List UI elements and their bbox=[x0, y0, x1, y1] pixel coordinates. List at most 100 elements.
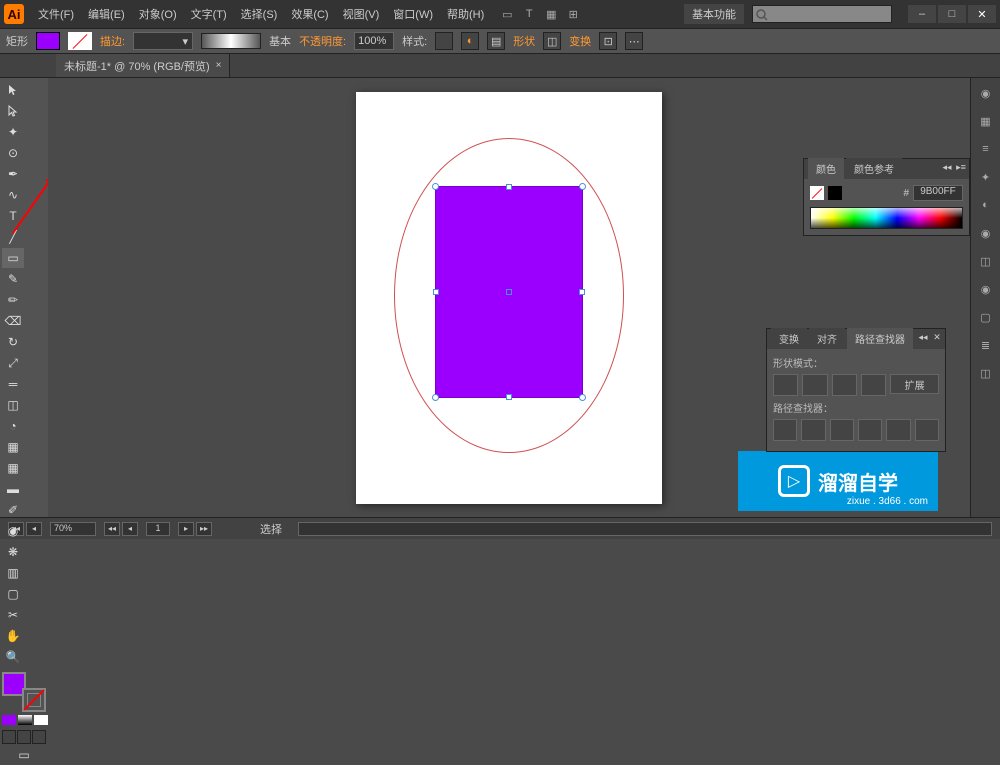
color-guide-tab[interactable]: 颜色参考 bbox=[846, 158, 902, 179]
search-input[interactable] bbox=[752, 5, 892, 23]
recolor-icon[interactable]: ◐ bbox=[461, 32, 479, 50]
align-tab[interactable]: 对齐 bbox=[809, 328, 845, 349]
draw-behind[interactable] bbox=[17, 730, 31, 744]
screen-mode[interactable]: ▭ bbox=[2, 745, 46, 765]
scale-tool[interactable]: ⤢ bbox=[2, 353, 24, 373]
rectangle-tool[interactable]: ▭ bbox=[2, 248, 24, 268]
swatches-icon[interactable]: ▦ bbox=[975, 110, 997, 132]
zoom-tool[interactable]: 🔍 bbox=[2, 647, 24, 667]
artboards-icon[interactable]: ◫ bbox=[975, 362, 997, 384]
tab-close-icon[interactable]: × bbox=[216, 60, 222, 71]
divide-button[interactable] bbox=[773, 419, 797, 441]
hex-input[interactable]: 9B00FF bbox=[913, 185, 963, 201]
fill-color-swatch[interactable] bbox=[36, 32, 60, 50]
menu-select[interactable]: 选择(S) bbox=[235, 2, 284, 26]
layers-icon[interactable]: ≣ bbox=[975, 334, 997, 356]
text-mode-icon[interactable]: T bbox=[520, 5, 538, 23]
menu-type[interactable]: 文字(T) bbox=[185, 2, 233, 26]
handle-bm[interactable] bbox=[506, 394, 512, 400]
slice-tool[interactable]: ✂ bbox=[2, 605, 24, 625]
menu-view[interactable]: 视图(V) bbox=[337, 2, 386, 26]
nav-prev[interactable]: ◂ bbox=[26, 522, 42, 536]
panel-collapse-icon[interactable]: ◂◂ bbox=[941, 161, 953, 173]
handle-tr[interactable] bbox=[579, 183, 586, 190]
arrange-icon[interactable]: ⊞ bbox=[564, 5, 582, 23]
minus-front-button[interactable] bbox=[802, 374, 827, 396]
artboard-tool[interactable]: ▢ bbox=[2, 584, 24, 604]
unite-button[interactable] bbox=[773, 374, 798, 396]
shape-mode-icon[interactable]: ◫ bbox=[543, 32, 561, 50]
transform-button[interactable]: 变换 bbox=[569, 33, 591, 49]
stroke-color-swatch[interactable] bbox=[68, 32, 92, 50]
symbols-icon[interactable]: ✦ bbox=[975, 166, 997, 188]
align-icon[interactable]: ▤ bbox=[487, 32, 505, 50]
graphic-style-button[interactable] bbox=[435, 32, 453, 50]
artboard[interactable] bbox=[356, 92, 662, 504]
gradient-icon[interactable]: ◉ bbox=[975, 222, 997, 244]
maximize-button[interactable]: □ bbox=[938, 5, 966, 23]
appearance-icon[interactable]: ◉ bbox=[975, 278, 997, 300]
handle-br[interactable] bbox=[579, 394, 586, 401]
pf-collapse-icon[interactable]: ◂◂ bbox=[917, 331, 929, 343]
trim-button[interactable] bbox=[801, 419, 825, 441]
color-tab[interactable]: 颜色 bbox=[808, 158, 844, 179]
transform-tab[interactable]: 变换 bbox=[771, 328, 807, 349]
color-panel-icon[interactable]: ◉ bbox=[975, 82, 997, 104]
nav-next[interactable]: ▸ bbox=[178, 522, 194, 536]
pen-tool[interactable]: ✒ bbox=[2, 164, 24, 184]
handle-tm[interactable] bbox=[506, 184, 512, 190]
pathfinder-tab[interactable]: 路径查找器 bbox=[847, 328, 913, 349]
menu-effect[interactable]: 效果(C) bbox=[285, 2, 334, 26]
handle-mr[interactable] bbox=[579, 289, 585, 295]
nav-prev2[interactable]: ◂ bbox=[122, 522, 138, 536]
pf-close-icon[interactable]: ✕ bbox=[931, 331, 943, 343]
brush-tool[interactable]: ✎ bbox=[2, 269, 24, 289]
mesh-tool[interactable]: ▦ bbox=[2, 458, 24, 478]
brush-preview[interactable] bbox=[201, 33, 261, 49]
magic-wand-tool[interactable]: ✦ bbox=[2, 122, 24, 142]
color-mode-none[interactable] bbox=[34, 715, 48, 725]
handle-tl[interactable] bbox=[432, 183, 439, 190]
expand-button[interactable]: 扩展 bbox=[890, 374, 939, 394]
crop-button[interactable] bbox=[858, 419, 882, 441]
stroke-weight-dropdown[interactable]: ▾ bbox=[133, 32, 193, 50]
selection-tool[interactable] bbox=[2, 80, 24, 100]
zoom-level-input[interactable]: 70% bbox=[50, 522, 96, 536]
close-button[interactable]: ✕ bbox=[968, 5, 996, 23]
rectangle-shape[interactable] bbox=[435, 186, 583, 398]
menu-edit[interactable]: 编辑(E) bbox=[82, 2, 131, 26]
minimize-button[interactable]: – bbox=[908, 5, 936, 23]
toolbox-stroke-color[interactable] bbox=[22, 688, 46, 712]
menu-help[interactable]: 帮助(H) bbox=[441, 2, 490, 26]
nav-last[interactable]: ▸▸ bbox=[196, 522, 212, 536]
color-mode-fill[interactable] bbox=[2, 715, 16, 725]
eraser-tool[interactable]: ⌫ bbox=[2, 311, 24, 331]
shape-button[interactable]: 形状 bbox=[513, 33, 535, 49]
symbol-tool[interactable]: ❋ bbox=[2, 542, 24, 562]
rotate-tool[interactable]: ↻ bbox=[2, 332, 24, 352]
width-tool[interactable]: ═ bbox=[2, 374, 24, 394]
panel-fill-swatch[interactable] bbox=[828, 186, 842, 200]
merge-button[interactable] bbox=[830, 419, 854, 441]
fill-stroke-indicator[interactable] bbox=[2, 672, 46, 712]
minus-back-button[interactable] bbox=[915, 419, 939, 441]
brushes-icon[interactable]: ≡ bbox=[975, 138, 997, 160]
gradient-tool[interactable]: ▬ bbox=[2, 479, 24, 499]
intersect-button[interactable] bbox=[832, 374, 857, 396]
handle-ml[interactable] bbox=[433, 289, 439, 295]
free-transform-tool[interactable]: ◫ bbox=[2, 395, 24, 415]
lasso-tool[interactable]: ⊙ bbox=[2, 143, 24, 163]
hand-tool[interactable]: ✋ bbox=[2, 626, 24, 646]
pencil-tool[interactable]: ✏ bbox=[2, 290, 24, 310]
graphic-styles-icon[interactable]: ▢ bbox=[975, 306, 997, 328]
document-tab[interactable]: 未标题-1* @ 70% (RGB/预览) × bbox=[56, 54, 230, 77]
perspective-tool[interactable]: ▦ bbox=[2, 437, 24, 457]
direct-selection-tool[interactable] bbox=[2, 101, 24, 121]
exclude-button[interactable] bbox=[861, 374, 886, 396]
transparency-icon[interactable]: ◫ bbox=[975, 250, 997, 272]
panel-menu-icon[interactable]: ▸≡ bbox=[955, 161, 967, 173]
blend-tool[interactable]: ◉ bbox=[2, 521, 24, 541]
menu-object[interactable]: 对象(O) bbox=[133, 2, 183, 26]
color-mode-gradient[interactable] bbox=[18, 715, 32, 725]
eyedropper-tool[interactable]: ✐ bbox=[2, 500, 24, 520]
